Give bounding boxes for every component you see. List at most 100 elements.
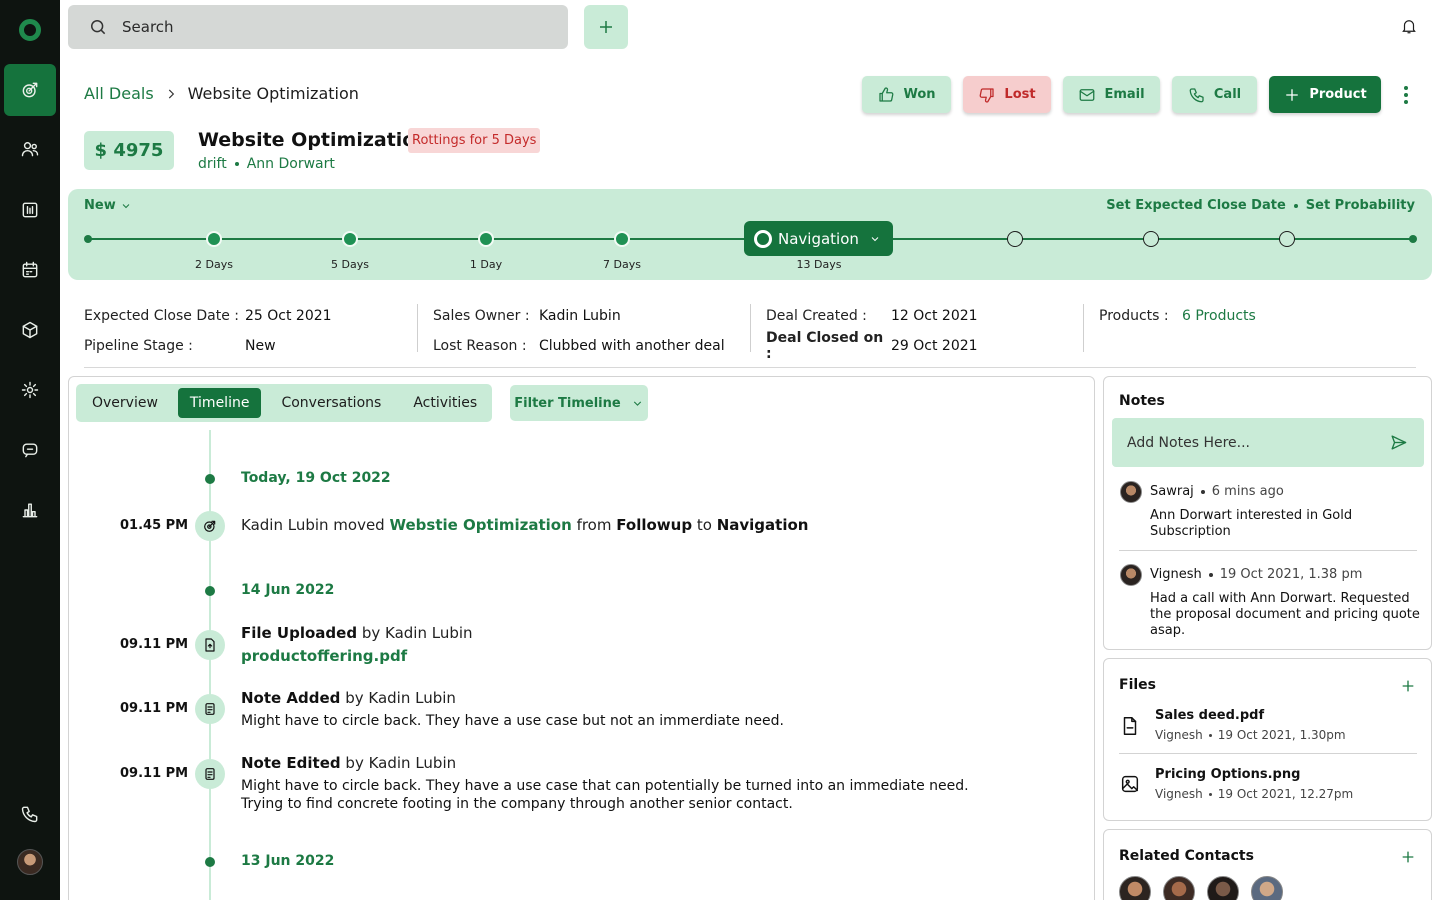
add-note-input[interactable]: Add Notes Here... bbox=[1112, 418, 1424, 467]
product-label: Product bbox=[1309, 87, 1367, 102]
stage-node-pending[interactable] bbox=[1279, 231, 1295, 247]
add-file-button[interactable] bbox=[1400, 678, 1416, 694]
event-to-stage: Navigation bbox=[716, 516, 809, 534]
deal-company[interactable]: drift bbox=[198, 156, 227, 172]
add-product-button[interactable]: Product bbox=[1269, 76, 1381, 113]
stage-node-pending[interactable] bbox=[1007, 231, 1023, 247]
divider bbox=[84, 367, 1416, 368]
search-input[interactable]: Search bbox=[122, 18, 174, 36]
note-icon bbox=[205, 703, 215, 715]
lost-reason-value: Clubbed with another deal bbox=[539, 338, 725, 354]
event-title: Note Added bbox=[241, 689, 341, 707]
close-date-label: Expected Close Date : bbox=[84, 308, 239, 324]
stage-node-pending[interactable] bbox=[1143, 231, 1159, 247]
note-author: Vignesh bbox=[1150, 567, 1202, 582]
tab-activities[interactable]: Activities bbox=[401, 388, 489, 418]
timeline-date-dot bbox=[205, 586, 215, 596]
sidebar-item-chat[interactable] bbox=[4, 424, 56, 476]
tab-conversations[interactable]: Conversations bbox=[269, 388, 393, 418]
sidebar-item-products[interactable] bbox=[4, 304, 56, 356]
separator-dot bbox=[1200, 489, 1205, 494]
stage-start-node bbox=[84, 235, 92, 243]
note-time: 19 Oct 2021, 1.38 pm bbox=[1219, 567, 1363, 582]
deal-subtitle: drift Ann Dorwart bbox=[198, 156, 335, 172]
event-from: from bbox=[576, 516, 612, 534]
avatar bbox=[1120, 564, 1142, 586]
stage-node[interactable] bbox=[478, 231, 494, 247]
event-from-stage: Followup bbox=[616, 516, 693, 534]
deals-icon bbox=[22, 82, 38, 98]
owner-value: Kadin Lubin bbox=[539, 308, 621, 324]
note-body: Might have to circle back. They have a u… bbox=[241, 778, 969, 812]
stage-node[interactable] bbox=[614, 231, 630, 247]
deal-contact[interactable]: Ann Dorwart bbox=[247, 156, 335, 172]
products-label: Products : bbox=[1099, 308, 1169, 324]
thumbs-up-icon bbox=[879, 86, 894, 102]
sidebar-item-settings[interactable] bbox=[4, 364, 56, 416]
uploaded-file-link[interactable]: productoffering.pdf bbox=[241, 647, 407, 665]
contact-avatar[interactable] bbox=[1251, 876, 1283, 900]
call-button[interactable]: Call bbox=[1172, 76, 1257, 113]
lost-reason-label: Lost Reason : bbox=[433, 338, 527, 354]
note-body: Might have to circle back. They have a u… bbox=[241, 713, 784, 729]
timeline-event: Kadin Lubin moved Webstie Optimization f… bbox=[241, 516, 808, 534]
products-link[interactable]: 6 Products bbox=[1182, 308, 1256, 324]
notifications-button[interactable] bbox=[1400, 17, 1418, 39]
plus-icon bbox=[1402, 851, 1414, 863]
tab-overview[interactable]: Overview bbox=[80, 388, 170, 418]
user-avatar[interactable] bbox=[17, 849, 43, 875]
lost-label: Lost bbox=[1004, 87, 1036, 102]
send-icon[interactable] bbox=[1389, 433, 1408, 452]
search-bar[interactable]: Search bbox=[68, 5, 568, 49]
event-icon-wrap bbox=[195, 759, 225, 789]
email-button[interactable]: Email bbox=[1063, 76, 1160, 113]
deal-info-col-2: Sales Owner : Kadin Lubin Lost Reason : Cl… bbox=[433, 301, 725, 361]
file-name[interactable]: Pricing Options.png bbox=[1155, 767, 1300, 782]
sidebar bbox=[0, 0, 60, 900]
stage-duration: 2 Days bbox=[195, 258, 233, 271]
filter-timeline-dropdown[interactable]: Filter Timeline bbox=[510, 385, 648, 421]
contact-avatar[interactable] bbox=[1207, 876, 1239, 900]
sidebar-item-calendar[interactable] bbox=[4, 244, 56, 296]
lost-button[interactable]: Lost bbox=[963, 76, 1051, 113]
event-to: to bbox=[696, 516, 712, 534]
thumbs-down-icon bbox=[980, 87, 995, 103]
stage-node[interactable] bbox=[342, 231, 358, 247]
event-icon-wrap bbox=[195, 694, 225, 724]
contact-avatar[interactable] bbox=[1163, 876, 1195, 900]
set-probability-link[interactable]: Set Probability bbox=[1306, 198, 1415, 213]
settings-icon bbox=[21, 381, 39, 399]
file-time: 19 Oct 2021, 1.30pm bbox=[1217, 728, 1346, 742]
image-file-icon bbox=[1119, 773, 1141, 795]
won-button[interactable]: Won bbox=[862, 76, 951, 113]
stage-node[interactable] bbox=[206, 231, 222, 247]
app-logo[interactable] bbox=[19, 19, 41, 41]
breadcrumb-current: Website Optimization bbox=[187, 84, 359, 103]
sidebar-item-deals[interactable] bbox=[4, 64, 56, 116]
stage-duration: 1 Day bbox=[469, 258, 503, 271]
timeline-date-dot bbox=[205, 474, 215, 484]
set-close-date-link[interactable]: Set Expected Close Date bbox=[1106, 198, 1285, 213]
tab-timeline[interactable]: Timeline bbox=[177, 388, 262, 418]
quick-add-button[interactable] bbox=[584, 5, 628, 49]
owner-label: Sales Owner : bbox=[433, 308, 530, 324]
add-contact-button[interactable] bbox=[1400, 849, 1416, 865]
sidebar-item-phone[interactable] bbox=[4, 788, 56, 840]
contact-avatar[interactable] bbox=[1119, 876, 1151, 900]
deal-info-col-1: Expected Close Date : 25 Oct 2021 Pipelin… bbox=[84, 301, 332, 361]
more-options-icon[interactable] bbox=[1402, 86, 1410, 104]
sidebar-item-companies[interactable] bbox=[4, 184, 56, 236]
event-title: Note Edited bbox=[241, 754, 341, 772]
event-deal-link[interactable]: Webstie Optimization bbox=[390, 516, 572, 534]
breadcrumb-all-deals[interactable]: All Deals bbox=[84, 84, 154, 103]
deal-title: Website Optimization bbox=[198, 129, 429, 151]
created-label: Deal Created : bbox=[766, 308, 867, 324]
sidebar-item-contacts[interactable] bbox=[4, 123, 56, 175]
created-value: 12 Oct 2021 bbox=[891, 308, 978, 324]
content-tabs: Overview Timeline Conversations Activiti… bbox=[76, 384, 492, 422]
file-name[interactable]: Sales deed.pdf bbox=[1155, 708, 1264, 723]
pipeline-selector[interactable]: New bbox=[84, 198, 132, 213]
sidebar-item-reports[interactable] bbox=[4, 484, 56, 536]
current-stage-pill[interactable]: Navigation bbox=[744, 221, 893, 256]
closed-value: 29 Oct 2021 bbox=[891, 338, 978, 354]
